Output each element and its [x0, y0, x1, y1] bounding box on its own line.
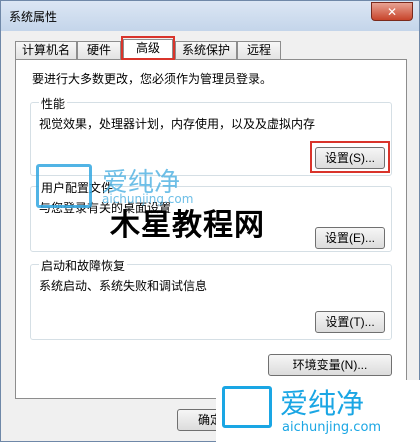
corner-logo-icon [222, 386, 272, 428]
settings-highlight-box [310, 141, 390, 173]
environment-variables-button[interactable]: 环境变量(N)... [268, 354, 392, 376]
tab-computer-name[interactable]: 计算机名 [15, 41, 77, 59]
tab-strip: 计算机名 硬件 高级 系统保护 远程 [15, 39, 415, 60]
startup-recovery-description: 系统启动、系统失败和调试信息 [39, 279, 208, 293]
startup-recovery-settings-button[interactable]: 设置(T)... [315, 311, 385, 333]
startup-recovery-title: 启动和故障恢复 [39, 257, 128, 274]
close-button[interactable]: ✕ [371, 2, 413, 21]
title-bar[interactable]: 系统属性 ✕ [1, 1, 419, 31]
user-profiles-settings-button[interactable]: 设置(E)... [315, 227, 385, 249]
tab-system-protection[interactable]: 系统保护 [175, 41, 237, 59]
corner-logo: 爱纯净 aichunjing.com [216, 380, 420, 442]
corner-logo-name: 爱纯净 [280, 387, 365, 420]
performance-group: 性能 视觉效果，处理器计划，内存使用，以及及虚拟内存 设置(S)... [30, 95, 392, 176]
admin-note: 要进行大多数更改，您必须作为管理员登录。 [32, 72, 273, 86]
startup-recovery-group: 启动和故障恢复 系统启动、系统失败和调试信息 设置(T)... [30, 257, 392, 340]
window-title: 系统属性 [9, 10, 58, 24]
performance-description: 视觉效果，处理器计划，内存使用，以及及虚拟内存 [39, 117, 316, 131]
tab-highlight-box [121, 36, 175, 60]
user-profiles-group: 用户配置文件 与您登录有关的桌面设置 设置(E)... [30, 179, 392, 252]
tab-remote[interactable]: 远程 [237, 41, 281, 59]
advanced-panel: 要进行大多数更改，您必须作为管理员登录。 性能 视觉效果，处理器计划，内存使用，… [15, 59, 407, 399]
tab-hardware[interactable]: 硬件 [77, 41, 121, 59]
corner-logo-url: aichunjing.com [282, 420, 382, 435]
performance-title: 性能 [39, 95, 68, 112]
close-icon: ✕ [386, 5, 398, 19]
user-profiles-title: 用户配置文件 [39, 179, 116, 196]
user-profiles-description: 与您登录有关的桌面设置 [39, 201, 172, 215]
system-properties-window: 系统属性 ✕ 计算机名 硬件 高级 系统保护 远程 要进行大多数更改，您必须作为… [0, 0, 420, 442]
